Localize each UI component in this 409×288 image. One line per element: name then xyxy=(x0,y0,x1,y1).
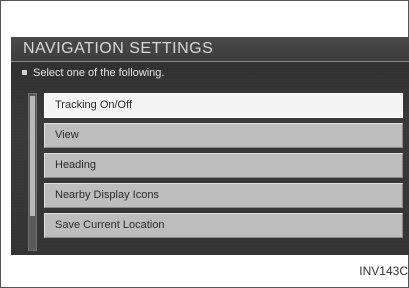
menu-item-save-current-location[interactable]: Save Current Location xyxy=(44,213,403,238)
menu-item-nearby-display-icons[interactable]: Nearby Display Icons xyxy=(44,183,403,208)
screen-title: NAVIGATION SETTINGS xyxy=(23,40,214,57)
prompt-text: Select one of the following. xyxy=(33,67,165,79)
menu-item-label: Nearby Display Icons xyxy=(55,189,159,201)
figure-code: INV143C xyxy=(359,264,408,278)
scrollbar[interactable] xyxy=(28,93,37,251)
menu-item-label: View xyxy=(55,129,79,141)
menu-item-label: Save Current Location xyxy=(55,219,165,231)
scroll-thumb[interactable] xyxy=(30,96,35,216)
title-bar: NAVIGATION SETTINGS xyxy=(11,37,409,62)
menu-item-view[interactable]: View xyxy=(44,123,403,148)
figure-frame: NAVIGATION SETTINGS Select one of the fo… xyxy=(0,0,409,288)
settings-menu: Tracking On/Off View Heading Nearby Disp… xyxy=(44,93,403,253)
menu-item-label: Tracking On/Off xyxy=(55,99,133,111)
prompt-row: Select one of the following. xyxy=(11,64,409,86)
menu-item-tracking[interactable]: Tracking On/Off xyxy=(44,93,403,118)
navigation-screen: NAVIGATION SETTINGS Select one of the fo… xyxy=(11,37,409,255)
menu-item-heading[interactable]: Heading xyxy=(44,153,403,178)
bullet-icon xyxy=(22,70,27,75)
menu-item-label: Heading xyxy=(55,159,96,171)
